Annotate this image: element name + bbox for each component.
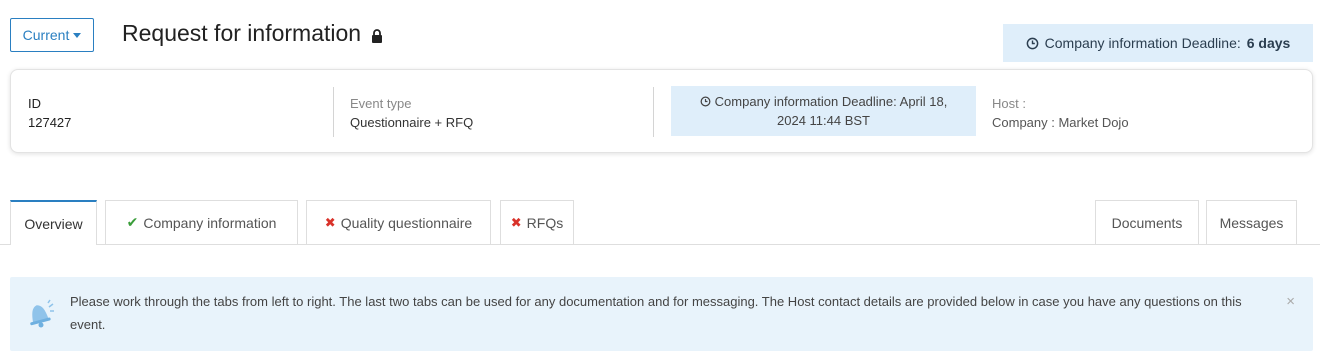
event-type-column: Event type Questionnaire + RFQ	[350, 94, 473, 176]
company-value: Company : Market Dojo	[992, 113, 1129, 132]
page-title-text: Request for information	[122, 20, 362, 46]
tab-messages-label: Messages	[1219, 214, 1284, 231]
event-info-card: ID 127427 Event type Questionnaire + RFQ…	[10, 69, 1313, 153]
divider	[333, 87, 334, 137]
deadline-badge-label: Company information Deadline:	[1044, 35, 1241, 51]
tab-quality-questionnaire[interactable]: ✖ Quality questionnaire	[306, 200, 491, 244]
tab-overview[interactable]: Overview	[10, 200, 97, 245]
bell-icon	[30, 299, 54, 328]
caret-down-icon	[73, 32, 82, 38]
alert-message: Please work through the tabs from left t…	[70, 294, 1242, 332]
deadline-text-line-2: 2024 11:44 BST	[777, 113, 870, 128]
lock-icon	[372, 28, 383, 43]
tab-company-information[interactable]: ✔ Company information	[105, 200, 298, 244]
tab-documents[interactable]: Documents	[1095, 200, 1199, 244]
clock-icon	[1026, 37, 1038, 49]
deadline-text-line-1: Company information Deadline: April 18,	[714, 94, 948, 109]
id-column: ID 127427	[28, 94, 71, 176]
tab-rfqs-label: RFQs	[526, 214, 564, 231]
id-value: 127427	[28, 115, 72, 130]
tab-bar: Overview ✔ Company information ✖ Quality…	[0, 200, 1320, 245]
clock-icon	[700, 96, 711, 107]
tab-messages[interactable]: Messages	[1206, 200, 1297, 244]
deadline-badge-value: 6 days	[1246, 35, 1291, 51]
info-alert: Please work through the tabs from left t…	[10, 277, 1313, 351]
deadline-column: Company information Deadline: April 18, …	[671, 86, 976, 136]
tab-quality-questionnaire-label: Quality questionnaire	[340, 214, 473, 231]
tab-rfqs[interactable]: ✖ RFQs	[500, 200, 574, 244]
id-label: ID	[28, 96, 41, 111]
event-type-label: Event type	[350, 96, 412, 111]
tab-company-information-label: Company information	[143, 214, 277, 231]
host-label: Host :	[992, 96, 1026, 111]
page-title: Request for information	[122, 20, 383, 47]
current-dropdown-button[interactable]: Current	[10, 18, 94, 52]
page-header: Current Request for information Company …	[0, 0, 1320, 66]
event-type-value: Questionnaire + RFQ	[350, 115, 474, 130]
deadline-line-1: Company information Deadline: April 18,	[671, 92, 976, 111]
tab-overview-label: Overview	[24, 215, 83, 232]
check-icon: ✔	[126, 214, 139, 230]
company-line: Company : Market Dojo	[992, 115, 1129, 130]
current-dropdown-label: Current	[22, 27, 70, 43]
tab-documents-label: Documents	[1111, 214, 1183, 231]
divider	[653, 87, 654, 137]
deadline-badge: Company information Deadline: 6 days	[1003, 24, 1313, 62]
cross-icon: ✖	[510, 214, 522, 230]
close-icon[interactable]: ×	[1286, 293, 1295, 310]
host-column: Host : Company : Market Dojo	[992, 94, 1129, 176]
cross-icon: ✖	[324, 214, 336, 230]
